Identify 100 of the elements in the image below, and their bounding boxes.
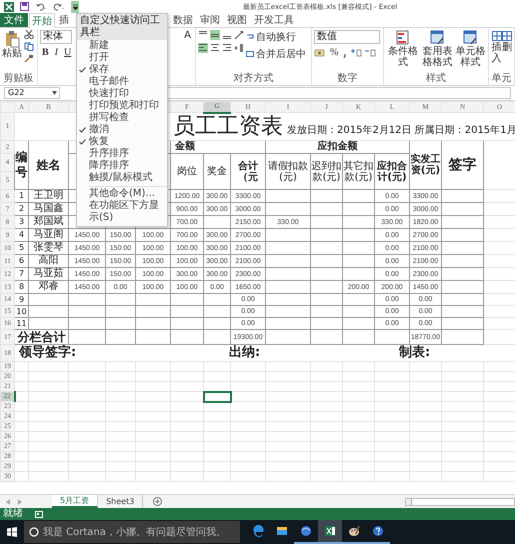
macro-record-icon[interactable] — [35, 510, 43, 518]
bold-button[interactable]: B — [40, 47, 51, 58]
table-cell: 2 — [14, 202, 28, 216]
copy-icon[interactable] — [24, 42, 34, 51]
table-cell: 3 — [14, 216, 28, 228]
sheet-tab[interactable]: 5月工资 — [52, 495, 98, 508]
table-cell: 11 — [14, 318, 28, 330]
menu-item[interactable]: 保存 — [77, 64, 167, 76]
column-heading: 奖金 — [204, 154, 230, 190]
indent-icon[interactable] — [234, 43, 244, 53]
scissors-icon[interactable] — [24, 30, 34, 39]
signature-label: 出纳: — [229, 345, 262, 361]
sheet-title: 员工工资表 — [173, 114, 283, 140]
date-info: 发放日期：2015年2月12日 所属日期：2015年1月 — [287, 124, 515, 138]
menu-item[interactable]: 降序排序 — [77, 160, 167, 172]
circle-icon — [29, 527, 39, 537]
table-cell: 马亚阁 — [28, 228, 68, 242]
group-label: 对齐方式 — [232, 73, 274, 85]
column-heading: 应扣金额 — [266, 140, 410, 154]
italic-button[interactable]: I — [52, 47, 60, 58]
conditional-format-button[interactable]: 条件格式 — [386, 30, 420, 73]
font-name-field[interactable]: 宋体 — [40, 30, 72, 44]
delete-button[interactable]: 删 — [502, 30, 512, 73]
menu-item[interactable]: 触摸/鼠标模式 — [77, 172, 167, 184]
number-format-dropdown[interactable]: 数值 — [314, 30, 380, 44]
menu-item[interactable]: 拼写检查 — [77, 112, 167, 124]
wrap-text-button[interactable]: 自动换行 — [246, 30, 306, 44]
underline-button[interactable]: U — [62, 47, 74, 58]
percent-button[interactable]: % — [328, 47, 340, 58]
name-box[interactable]: G22 — [4, 87, 60, 99]
menu-item[interactable]: 电子邮件 — [77, 76, 167, 88]
menu-title: 自定义快速访问工具栏 — [77, 14, 167, 40]
ribbon-tab[interactable]: 开发工具 — [251, 13, 297, 27]
table-cell: 郑国斌 — [28, 216, 68, 228]
menu-item[interactable]: 撤消 — [77, 124, 167, 136]
check-icon — [79, 67, 86, 73]
redo-icon[interactable] — [53, 2, 65, 11]
customize-toolbar-button[interactable] — [71, 0, 79, 12]
wrap-text-icon — [246, 33, 254, 41]
merge-cells-icon — [246, 50, 254, 58]
menu-item[interactable]: 打印预览和打印 — [77, 100, 167, 112]
menu-item[interactable]: 打开 — [77, 52, 167, 64]
menu-item[interactable]: 快速打印 — [77, 88, 167, 100]
caret-icon — [72, 4, 78, 10]
merge-center-button[interactable]: 合并后居中 — [246, 47, 306, 61]
column-heading: 实发工资(元) — [410, 140, 442, 190]
file-tab[interactable]: 文件 — [0, 13, 28, 27]
group-label: 剪贴板 — [2, 73, 34, 85]
table-cell: 分栏合计 — [14, 330, 68, 344]
menu-item[interactable]: 其他命令(M)... — [77, 188, 167, 200]
table-cell: 邓睿 — [28, 280, 68, 294]
insert-button[interactable]: 插入 — [491, 30, 502, 73]
table-cell: 5 — [14, 242, 28, 254]
currency-icon[interactable] — [314, 48, 326, 58]
table-cell: 高阳 — [28, 254, 68, 268]
decrease-decimal-icon[interactable] — [364, 48, 376, 58]
cell-brush-icon — [462, 30, 478, 46]
column-heading: 其它扣款(元) — [342, 154, 374, 190]
group-label: 数字 — [336, 73, 358, 85]
column-heading: 合计（元 — [230, 154, 266, 190]
ribbon-tab[interactable]: 开始 — [29, 13, 55, 28]
group-label: 样式 — [425, 73, 447, 85]
ribbon-tab[interactable]: 视图 — [224, 13, 250, 27]
paste-button[interactable]: 粘贴 — [2, 30, 22, 73]
column-heading: 签字 — [442, 140, 484, 190]
plus-circle-icon — [153, 497, 162, 506]
spreadsheet-icon — [324, 525, 336, 537]
menu-item[interactable]: 恢复 — [77, 136, 167, 148]
ribbon-tab[interactable]: 插 — [56, 13, 72, 27]
globe-icon — [300, 525, 312, 537]
signature-label: 制表: — [399, 345, 430, 361]
format-as-table-button[interactable]: 套用表格格式 — [422, 30, 453, 73]
table-cell: 8 — [14, 280, 28, 294]
ribbon-tab[interactable]: 数据 — [170, 13, 196, 27]
status-text: 就绪 — [3, 509, 23, 519]
selected-cell[interactable] — [204, 392, 230, 402]
align-right-icon[interactable] — [222, 43, 232, 53]
taskbar-app-button[interactable] — [318, 520, 342, 544]
signature-label: 领导签字: — [18, 345, 78, 361]
align-left-icon[interactable] — [198, 43, 208, 53]
align-center-icon[interactable] — [210, 43, 220, 53]
increase-decimal-icon[interactable] — [350, 48, 362, 58]
undo-icon[interactable] — [35, 2, 47, 11]
column-heading: 岗位 — [170, 154, 204, 190]
dropdown-caret-icon[interactable] — [52, 91, 57, 95]
horizontal-scrollbar[interactable] — [405, 498, 515, 506]
brush-icon[interactable] — [24, 54, 34, 63]
menu-item[interactable]: 升序排序 — [77, 148, 167, 160]
align-middle-icon[interactable] — [210, 30, 220, 40]
table-cell: 10 — [14, 306, 28, 318]
text-angle-icon[interactable] — [234, 30, 244, 40]
cell-styles-button[interactable]: 单元格样式 — [454, 30, 486, 73]
font-size-button[interactable]: A — [182, 30, 193, 41]
folder-icon — [276, 525, 288, 537]
ribbon-tab[interactable]: 审阅 — [197, 13, 223, 27]
question-icon — [372, 525, 384, 537]
search-field[interactable]: 我是 Cortana，小娜。有问题尽管问我。 — [24, 521, 240, 543]
menu-item[interactable]: 新建 — [77, 40, 167, 52]
menu-item[interactable]: 在功能区下方显示(S) — [77, 200, 167, 224]
table-cell: 7 — [14, 268, 28, 280]
